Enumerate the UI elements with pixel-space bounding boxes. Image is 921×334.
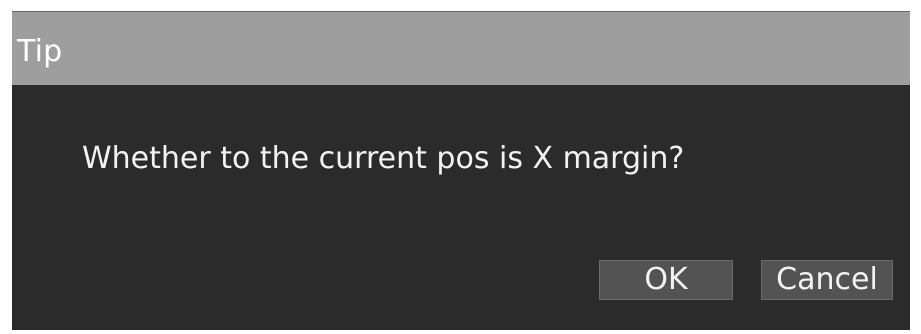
dialog-body: Whether to the current pos is X margin? … [12, 85, 910, 330]
dialog-message: Whether to the current pos is X margin? [82, 141, 685, 176]
dialog-titlebar[interactable]: Tip [12, 12, 910, 85]
tip-dialog: Tip Whether to the current pos is X marg… [12, 11, 910, 330]
dialog-title: Tip [17, 34, 63, 69]
ok-button[interactable]: OK [599, 260, 733, 300]
cancel-button[interactable]: Cancel [761, 260, 893, 300]
